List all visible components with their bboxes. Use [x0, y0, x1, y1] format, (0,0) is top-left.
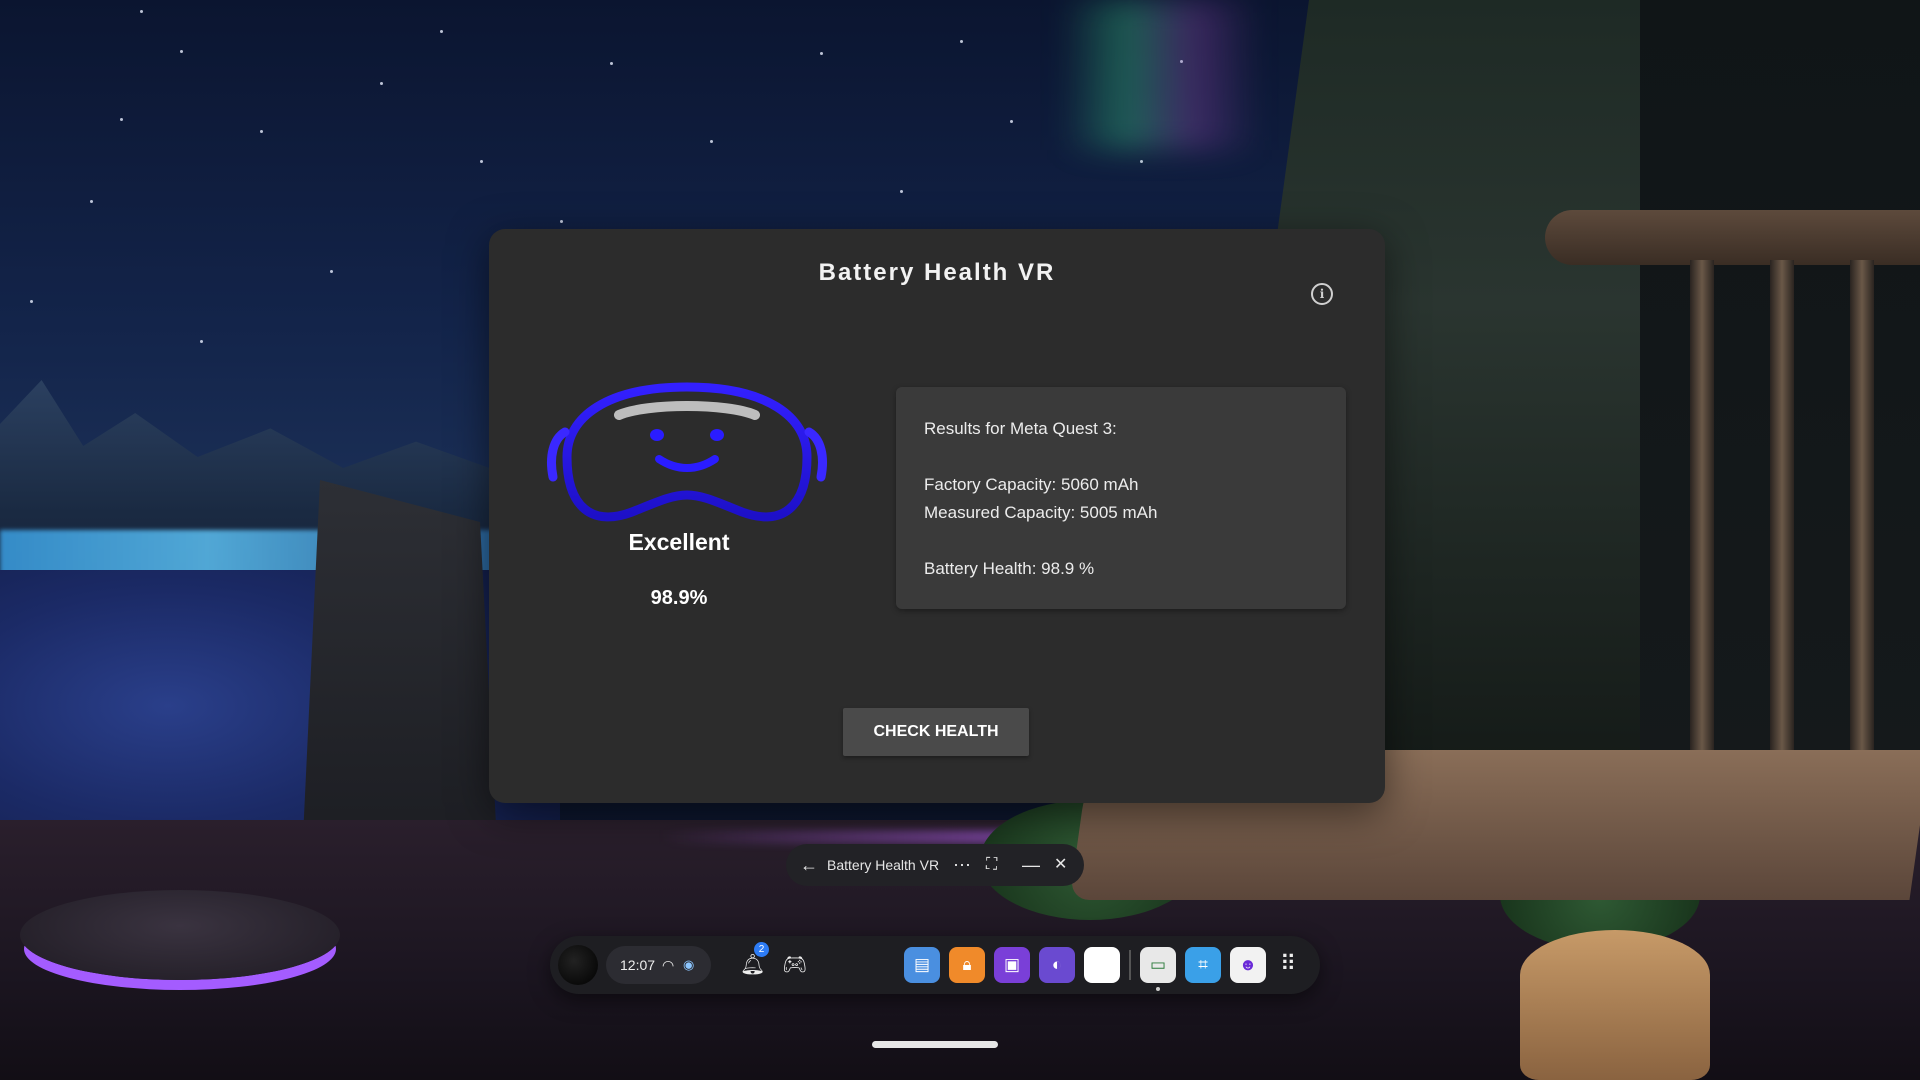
minimize-icon[interactable]: —: [1022, 844, 1040, 886]
measured-capacity-text: Measured Capacity: 5005 mAh: [924, 503, 1158, 522]
controller-icon[interactable]: 🎮︎: [782, 952, 807, 977]
profile-avatar[interactable]: [558, 945, 598, 985]
chat-app-icon[interactable]: ▣: [994, 947, 1030, 983]
taskbar-divider: [1129, 950, 1131, 980]
battery-health-app-icon[interactable]: ▭: [1140, 947, 1176, 983]
health-status-label: Excellent: [628, 529, 730, 555]
quick-settings-pill[interactable]: 12:07 ◠ ◉: [606, 946, 711, 984]
home-indicator-bar[interactable]: [872, 1041, 998, 1048]
pillar: [1850, 260, 1874, 780]
aurora-glow: [1060, 0, 1260, 150]
close-icon[interactable]: ✕: [1054, 844, 1067, 886]
more-icon[interactable]: ⋯: [953, 844, 972, 886]
universal-menu-taskbar: 12:07 ◠ ◉ 🔔︎ 2 🎮︎ ▤ 🔒︎ ▣ ◐ ▭ ⌗ ☻ ⠿: [550, 936, 1320, 994]
notification-count-badge: 2: [754, 942, 769, 957]
scan-app-icon[interactable]: ⌗: [1185, 947, 1221, 983]
results-card: Results for Meta Quest 3: Factory Capaci…: [896, 387, 1346, 609]
check-health-button[interactable]: CHECK HEALTH: [843, 708, 1029, 756]
store-icon[interactable]: ▤: [904, 947, 940, 983]
expand-icon[interactable]: ⛶: [986, 844, 997, 886]
running-indicator: [1156, 987, 1160, 991]
app-title: Battery Health VR: [818, 259, 1056, 286]
clock-time: 12:07: [620, 957, 656, 973]
battery-health-text: Battery Health: 98.9 %: [924, 559, 1095, 578]
health-percent-label: 98.9%: [650, 587, 708, 609]
info-icon[interactable]: i: [1311, 283, 1333, 305]
white-app-icon[interactable]: [1084, 947, 1120, 983]
window-control-bar: ← Battery Health VR ⋯ ⛶ — ✕: [786, 844, 1084, 886]
headset-smiley-icon: [547, 382, 827, 522]
battery-health-app-window: Battery Health VR i Excellent 98.9% Resu…: [489, 229, 1385, 803]
wooden-stool: [1520, 930, 1710, 1080]
wooden-shelf: [1545, 210, 1920, 265]
side-table: [20, 890, 340, 980]
window-title: Battery Health VR: [827, 857, 940, 873]
back-arrow-icon[interactable]: ←: [800, 844, 818, 886]
app-library-grid-icon[interactable]: ⠿: [1280, 951, 1296, 977]
wifi-icon: ◠: [662, 957, 675, 973]
pillar: [1770, 260, 1794, 780]
lock-app-icon[interactable]: 🔒︎: [949, 947, 985, 983]
headset-status-icon: ◉: [683, 957, 695, 972]
meta-app-icon[interactable]: ◐: [1039, 947, 1075, 983]
character-app-icon[interactable]: ☻: [1230, 947, 1266, 983]
results-heading: Results for Meta Quest 3:: [924, 419, 1117, 438]
pillar: [1690, 260, 1714, 780]
factory-capacity-text: Factory Capacity: 5060 mAh: [924, 475, 1139, 494]
